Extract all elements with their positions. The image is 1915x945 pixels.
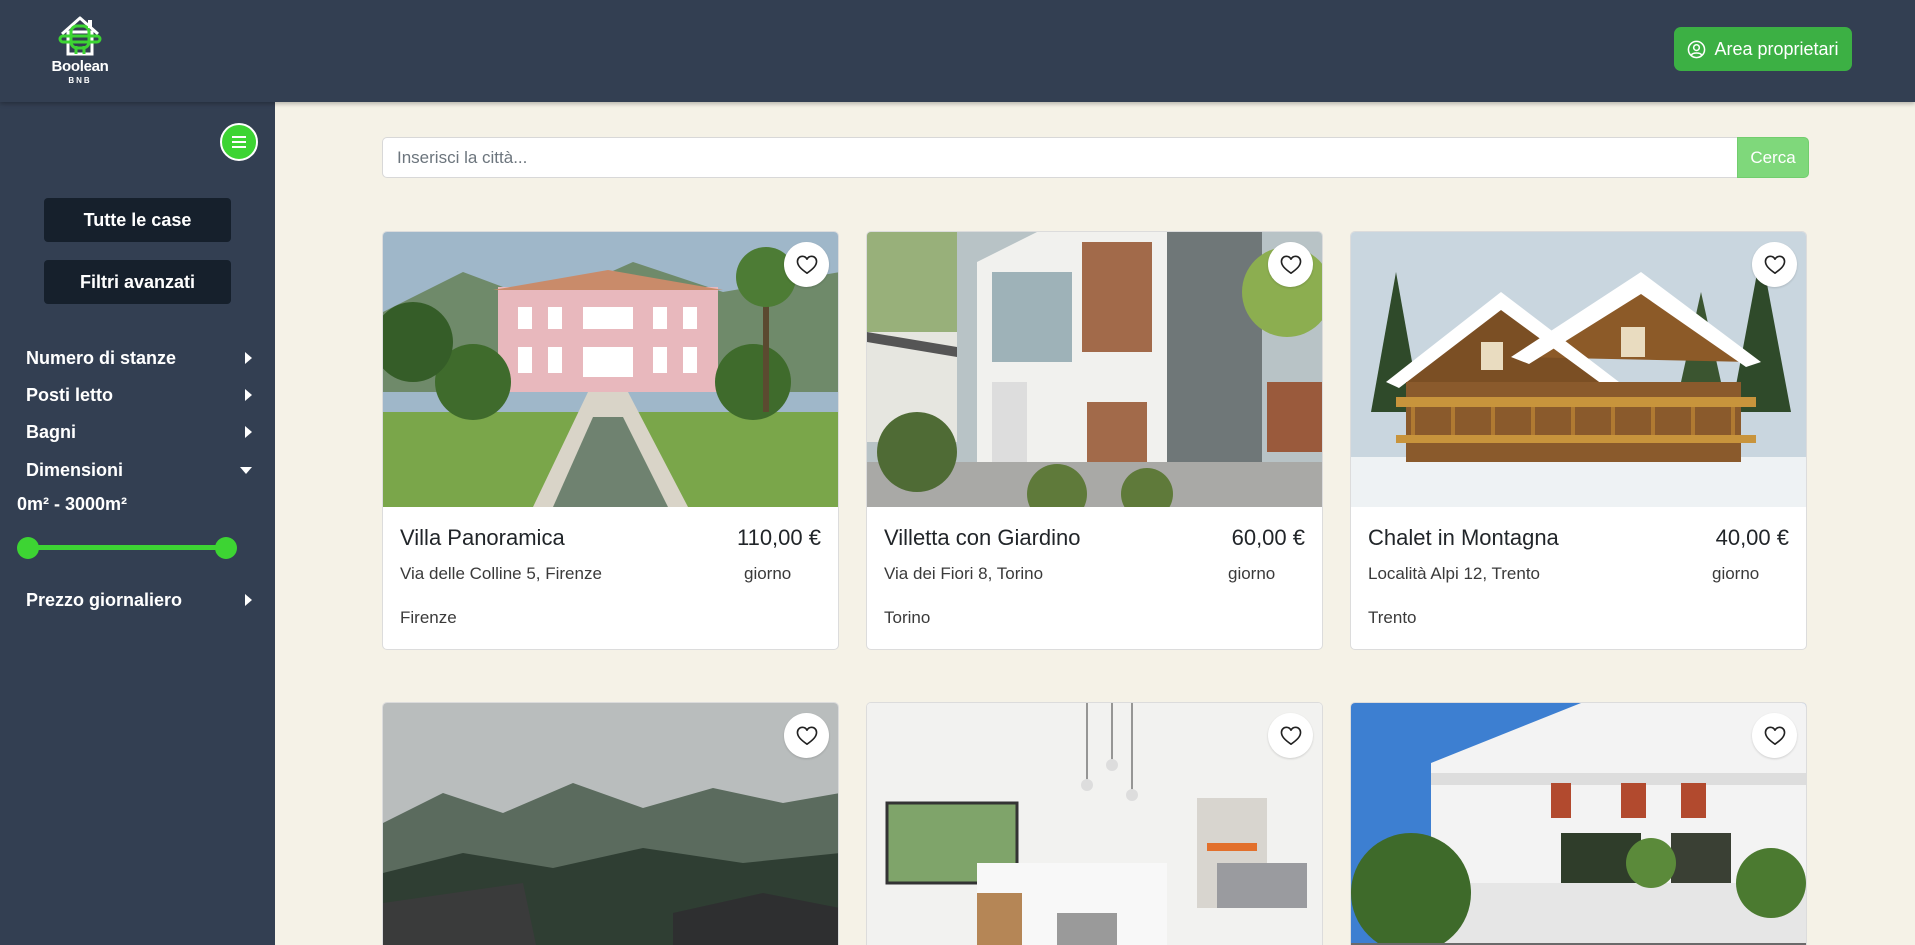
logo-subtext: BNB xyxy=(68,76,92,85)
menu-icon xyxy=(232,136,246,148)
slider-track xyxy=(27,545,231,550)
listing-city: Torino xyxy=(884,608,931,627)
owner-area-label: Area proprietari xyxy=(1714,38,1839,59)
listing-address: Via dei Fiori 8, Torino xyxy=(884,564,1044,583)
heart-icon xyxy=(796,255,817,274)
all-houses-button[interactable]: Tutte le case xyxy=(44,198,231,242)
caret-right-icon xyxy=(245,352,252,364)
boolean-bnb-logo[interactable]: Boolean BNB xyxy=(40,12,120,87)
heart-icon xyxy=(1280,255,1301,274)
filter-beds[interactable]: Posti letto xyxy=(26,380,254,410)
size-range-slider[interactable] xyxy=(17,536,241,560)
filter-bathrooms[interactable]: Bagni xyxy=(26,417,254,447)
search-button[interactable]: Cerca xyxy=(1737,137,1809,178)
favorite-heart-button[interactable] xyxy=(1268,242,1313,287)
caret-down-icon xyxy=(240,466,252,474)
listing-card[interactable] xyxy=(866,702,1323,945)
listing-city: Trento xyxy=(1368,608,1417,627)
house-terrace-photo xyxy=(1351,703,1806,945)
filter-beds-label: Posti letto xyxy=(26,384,114,405)
listing-city: Firenze xyxy=(400,608,457,627)
listing-title: Chalet in Montagna xyxy=(1368,525,1559,550)
top-navbar: Boolean BNB Area proprietari xyxy=(0,0,1915,102)
listing-address: Località Alpi 12, Trento xyxy=(1368,564,1541,583)
listing-card[interactable] xyxy=(1350,702,1807,945)
heart-icon xyxy=(1280,726,1301,745)
user-circle-icon xyxy=(1688,40,1706,58)
listing-title: Villetta con Giardino xyxy=(884,525,1081,550)
listing-card[interactable]: Villa Panoramica 110,00 € Via delle Coll… xyxy=(382,231,839,650)
filter-daily-price-label: Prezzo giornaliero xyxy=(26,589,183,610)
listing-card[interactable]: Chalet in Montagna 40,00 € Località Alpi… xyxy=(1350,231,1807,650)
listing-address: Via delle Colline 5, Firenze xyxy=(400,564,602,583)
listing-price: 60,00 € xyxy=(1231,525,1305,550)
heart-icon xyxy=(1764,255,1785,274)
filter-bathrooms-label: Bagni xyxy=(26,421,77,442)
heart-icon xyxy=(1764,726,1785,745)
filter-rooms[interactable]: Numero di stanze xyxy=(26,343,254,373)
listing-card[interactable]: Villetta con Giardino 60,00 € Via dei Fi… xyxy=(866,231,1323,650)
advanced-filters-button[interactable]: Filtri avanzati xyxy=(44,260,231,304)
caret-right-icon xyxy=(245,426,252,438)
caret-right-icon xyxy=(245,594,252,606)
city-search-bar: Cerca xyxy=(382,137,1809,178)
price-unit: giorno xyxy=(1712,564,1760,583)
favorite-heart-button[interactable] xyxy=(784,242,829,287)
owner-area-button[interactable]: Area proprietari xyxy=(1674,27,1852,71)
favorite-heart-button[interactable] xyxy=(1268,713,1313,758)
caret-right-icon xyxy=(245,389,252,401)
price-unit: giorno xyxy=(744,564,792,583)
listing-price: 110,00 € xyxy=(736,525,821,550)
city-search-input[interactable] xyxy=(382,137,1737,178)
foggy-forest-photo xyxy=(383,703,838,945)
modern-kitchen-photo xyxy=(867,703,1322,945)
filter-size-label: Dimensioni xyxy=(26,459,124,480)
price-unit: giorno xyxy=(1228,564,1276,583)
size-range-label: 0m² - 3000m² xyxy=(17,494,128,514)
filter-rooms-label: Numero di stanze xyxy=(26,347,177,368)
chalet-photo xyxy=(1351,232,1806,507)
villetta-photo xyxy=(867,232,1322,507)
favorite-heart-button[interactable] xyxy=(1752,713,1797,758)
listing-card[interactable] xyxy=(382,702,839,945)
logo-text: Boolean xyxy=(51,58,109,75)
listing-price: 40,00 € xyxy=(1715,525,1789,550)
slider-max-handle[interactable] xyxy=(215,537,237,559)
filter-daily-price[interactable]: Prezzo giornaliero xyxy=(26,585,254,615)
filter-size[interactable]: Dimensioni xyxy=(26,455,254,485)
listing-title: Villa Panoramica xyxy=(400,525,565,550)
slider-min-handle[interactable] xyxy=(17,537,39,559)
sidebar-toggle-button[interactable] xyxy=(220,123,258,161)
villa-photo xyxy=(383,232,838,507)
favorite-heart-button[interactable] xyxy=(784,713,829,758)
favorite-heart-button[interactable] xyxy=(1752,242,1797,287)
filters-sidebar: Tutte le case Filtri avanzati Numero di … xyxy=(0,102,275,945)
heart-icon xyxy=(796,726,817,745)
house-logo-icon xyxy=(58,16,102,56)
